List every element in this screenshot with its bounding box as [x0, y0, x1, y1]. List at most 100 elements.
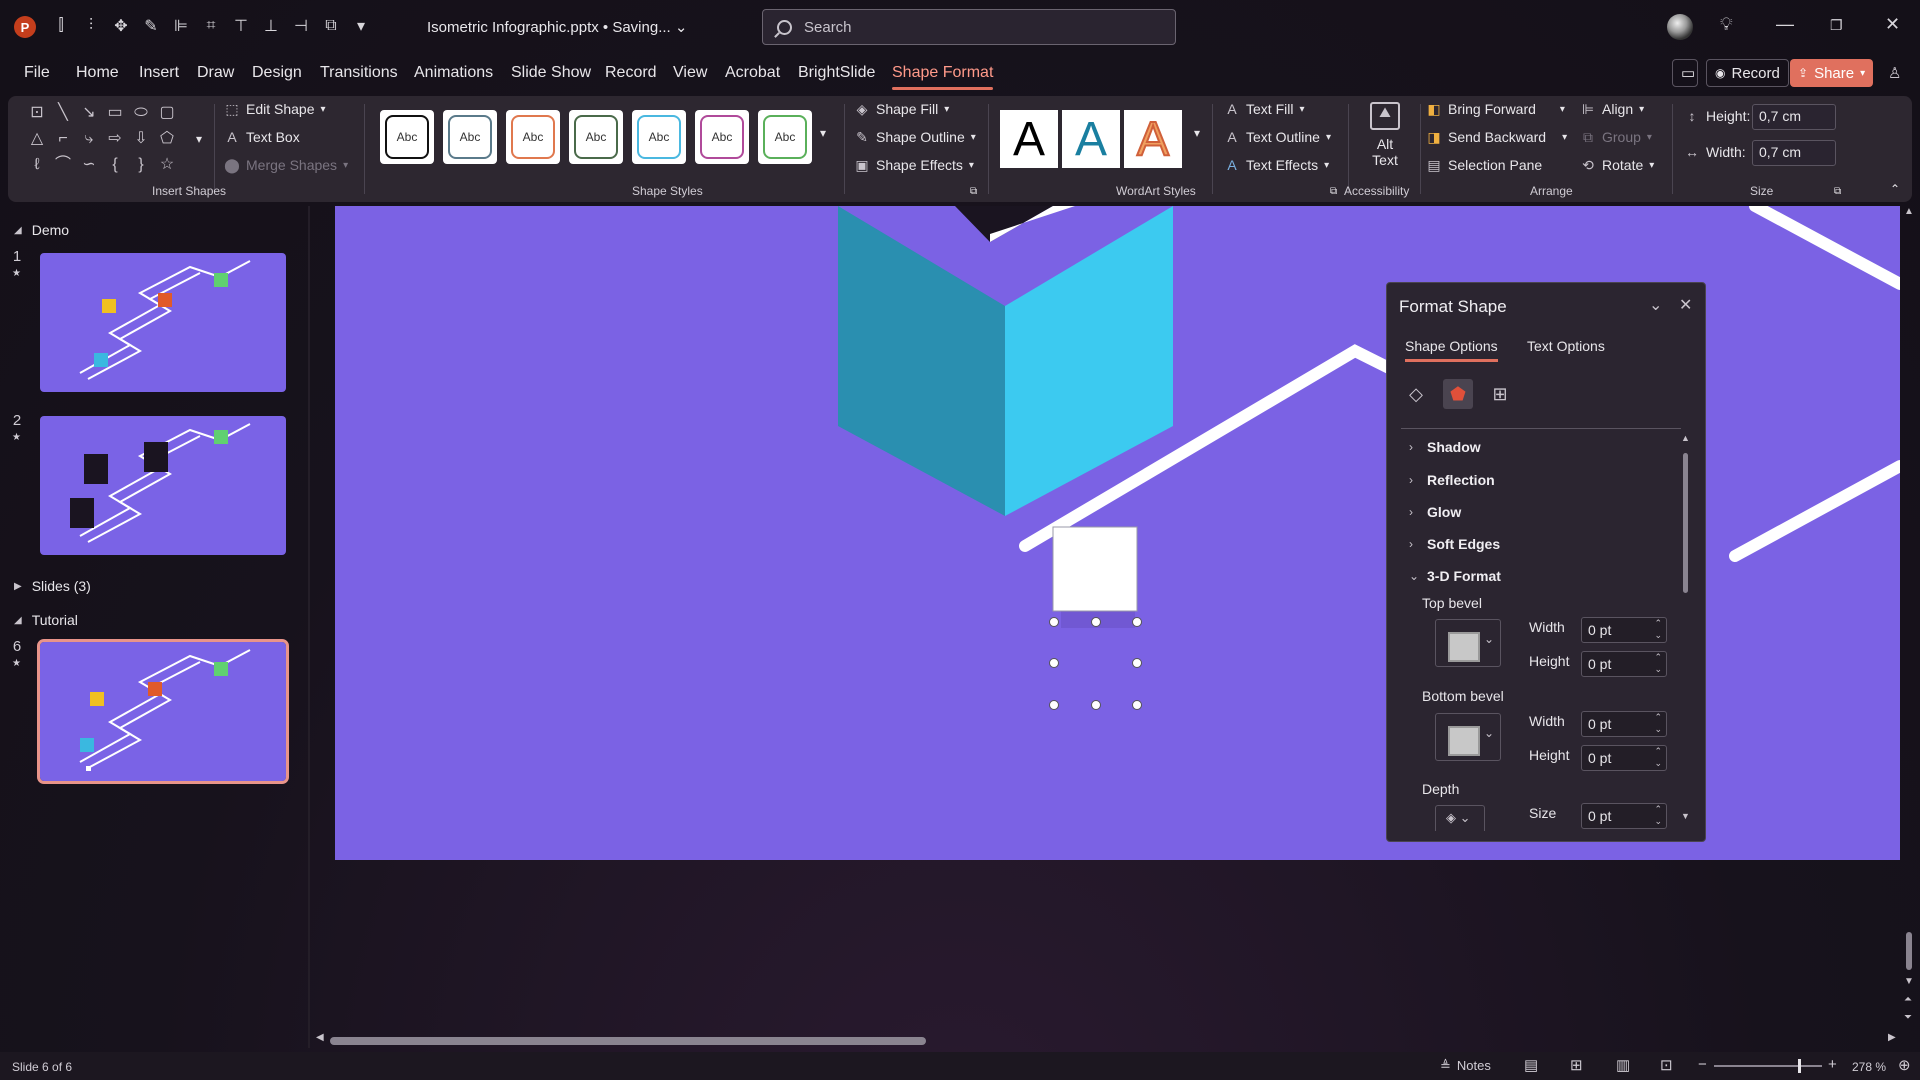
previous-slide-icon[interactable]: ⏶: [1904, 994, 1912, 1005]
customize-qat-icon[interactable]: ▾: [350, 14, 372, 38]
dialog-launcher-icon[interactable]: ⧉: [1834, 186, 1841, 197]
resize-handle[interactable]: [1049, 658, 1059, 668]
tab-view[interactable]: View: [673, 64, 707, 82]
resize-handle[interactable]: [1091, 617, 1101, 627]
tab-shape-options[interactable]: Shape Options: [1405, 338, 1498, 362]
zoom-out-icon[interactable]: −: [1698, 1056, 1707, 1073]
left-brace-shape-icon[interactable]: {: [104, 154, 126, 176]
align-center-icon[interactable]: ⫿: [50, 14, 72, 38]
scroll-down-icon[interactable]: ▼: [1904, 976, 1914, 987]
selected-shape[interactable]: [1052, 526, 1138, 612]
top-bevel-width-input[interactable]: 0 pt: [1581, 617, 1667, 643]
send-backward-button[interactable]: ◨ Send Backward ▾: [1426, 129, 1567, 145]
align-button[interactable]: ⊫ Align ▾: [1580, 101, 1644, 117]
scroll-left-icon[interactable]: ◀: [316, 1032, 324, 1043]
tab-acrobat[interactable]: Acrobat: [725, 64, 780, 82]
arc-shape-icon[interactable]: ⌒: [52, 154, 74, 176]
down-arrow-shape-icon[interactable]: ⇩: [130, 128, 152, 150]
triangle-shape-icon[interactable]: △: [26, 128, 48, 150]
rotate-button[interactable]: ⟲ Rotate ▾: [1580, 157, 1654, 173]
styles-more-icon[interactable]: ▾: [820, 126, 826, 140]
zoom-in-icon[interactable]: +: [1828, 1056, 1837, 1073]
slide-sorter-icon[interactable]: ⊞: [1570, 1056, 1583, 1074]
resize-handle[interactable]: [1091, 700, 1101, 710]
shape-style-preset[interactable]: Abc: [569, 110, 623, 164]
scroll-up-icon[interactable]: ▲: [1904, 206, 1914, 217]
tab-home[interactable]: Home: [76, 64, 119, 82]
section-demo[interactable]: ◢ Demo: [14, 222, 69, 238]
star-shape-icon[interactable]: ☆: [156, 154, 178, 176]
section-shadow[interactable]: › Shadow: [1409, 439, 1481, 455]
close-icon[interactable]: ✕: [1679, 295, 1692, 315]
bring-forward-button[interactable]: ◧ Bring Forward ▾: [1426, 101, 1565, 117]
avatar[interactable]: [1667, 14, 1693, 40]
height-input[interactable]: 0,7 cm: [1752, 104, 1836, 130]
tab-transitions[interactable]: Transitions: [320, 64, 398, 82]
edit-points-icon[interactable]: ✎: [140, 14, 162, 38]
align-left-icon[interactable]: ⊫: [170, 14, 192, 38]
reading-view-icon[interactable]: ▥: [1616, 1056, 1630, 1074]
wordart-preset-black[interactable]: A: [1000, 110, 1058, 168]
size-properties-icon[interactable]: ⊞: [1485, 379, 1515, 409]
chevron-down-icon[interactable]: ⌄: [1649, 295, 1662, 315]
fit-to-window-icon[interactable]: ⊕: [1898, 1056, 1911, 1074]
line-shape-icon[interactable]: ╲: [52, 102, 74, 124]
fill-line-icon[interactable]: ◇: [1401, 379, 1431, 409]
width-input[interactable]: 0,7 cm: [1752, 140, 1836, 166]
curve-shape-icon[interactable]: ∽: [78, 154, 100, 176]
oval-shape-icon[interactable]: ⬭: [130, 102, 152, 124]
elbow-connector-icon[interactable]: ⤷: [78, 128, 100, 150]
edit-shape-button[interactable]: ⬚ Edit Shape ▾: [224, 101, 325, 117]
effects-pentagon-icon[interactable]: ⬟: [1443, 379, 1473, 409]
move-icon[interactable]: ✥: [110, 14, 132, 38]
rectangle-shape-icon[interactable]: ▭: [104, 102, 126, 124]
resize-handle[interactable]: [1132, 658, 1142, 668]
lightbulb-icon[interactable]: 💡︎: [1720, 14, 1733, 35]
tab-record[interactable]: Record: [605, 64, 657, 82]
group-button[interactable]: ⧉ Group ▾: [1580, 129, 1652, 145]
text-fill-button[interactable]: A Text Fill ▾: [1224, 101, 1304, 117]
tab-file[interactable]: File: [24, 64, 50, 82]
tab-slide-show[interactable]: Slide Show: [511, 64, 591, 82]
right-brace-shape-icon[interactable]: }: [130, 154, 152, 176]
search-box[interactable]: Search: [762, 9, 1176, 45]
next-slide-icon[interactable]: ⏷: [1904, 1012, 1912, 1023]
wordart-preset-orange[interactable]: A: [1124, 110, 1182, 168]
text-outline-button[interactable]: A Text Outline ▾: [1224, 129, 1331, 145]
freeform-shape-icon[interactable]: ℓ: [26, 154, 48, 176]
bottom-bevel-picker[interactable]: [1435, 713, 1501, 761]
depth-color-picker[interactable]: ◈ ⌄: [1435, 805, 1485, 831]
arrow-line-shape-icon[interactable]: ↘: [78, 102, 100, 124]
resize-handle[interactable]: [1049, 700, 1059, 710]
right-arrow-shape-icon[interactable]: ⇨: [104, 128, 126, 150]
resize-handle[interactable]: [1049, 617, 1059, 627]
alt-text-button[interactable]: ⛰ Alt Text: [1360, 102, 1410, 178]
selection-pane-button[interactable]: ▤ Selection Pane: [1426, 157, 1542, 173]
connector-shape-icon[interactable]: ⌐: [52, 128, 74, 150]
text-box-button[interactable]: A Text Box: [224, 129, 299, 145]
align-right-icon[interactable]: ⊣: [290, 14, 312, 38]
tab-draw[interactable]: Draw: [197, 64, 234, 82]
pentagon-shape-icon[interactable]: ⬠: [156, 128, 178, 150]
shape-style-preset[interactable]: Abc: [443, 110, 497, 164]
tab-animations[interactable]: Animations: [414, 64, 493, 82]
tab-design[interactable]: Design: [252, 64, 302, 82]
scroll-down-icon[interactable]: ▼: [1681, 811, 1690, 821]
bottom-bevel-height-input[interactable]: 0 pt: [1581, 745, 1667, 771]
section-soft-edges[interactable]: › Soft Edges: [1409, 536, 1500, 552]
section-3d-format[interactable]: ⌄ 3-D Format: [1409, 568, 1501, 584]
tab-insert[interactable]: Insert: [139, 64, 179, 82]
horizontal-scrollbar[interactable]: [330, 1037, 926, 1045]
text-effects-button[interactable]: A Text Effects ▾: [1224, 157, 1329, 173]
comments-button[interactable]: ▭: [1672, 59, 1698, 87]
zoom-slider[interactable]: [1714, 1059, 1822, 1073]
shape-style-preset[interactable]: Abc: [380, 110, 434, 164]
textbox-shape-icon[interactable]: ⊡: [26, 102, 48, 124]
slideshow-icon[interactable]: ⊡: [1660, 1056, 1673, 1074]
depth-size-input[interactable]: 0 pt: [1581, 803, 1667, 829]
slide-thumbnail-1[interactable]: [40, 253, 286, 392]
slide-thumbnail-6[interactable]: [37, 639, 289, 784]
wordart-preset-blue[interactable]: A: [1062, 110, 1120, 168]
shape-style-preset[interactable]: Abc: [695, 110, 749, 164]
shape-style-preset[interactable]: Abc: [632, 110, 686, 164]
